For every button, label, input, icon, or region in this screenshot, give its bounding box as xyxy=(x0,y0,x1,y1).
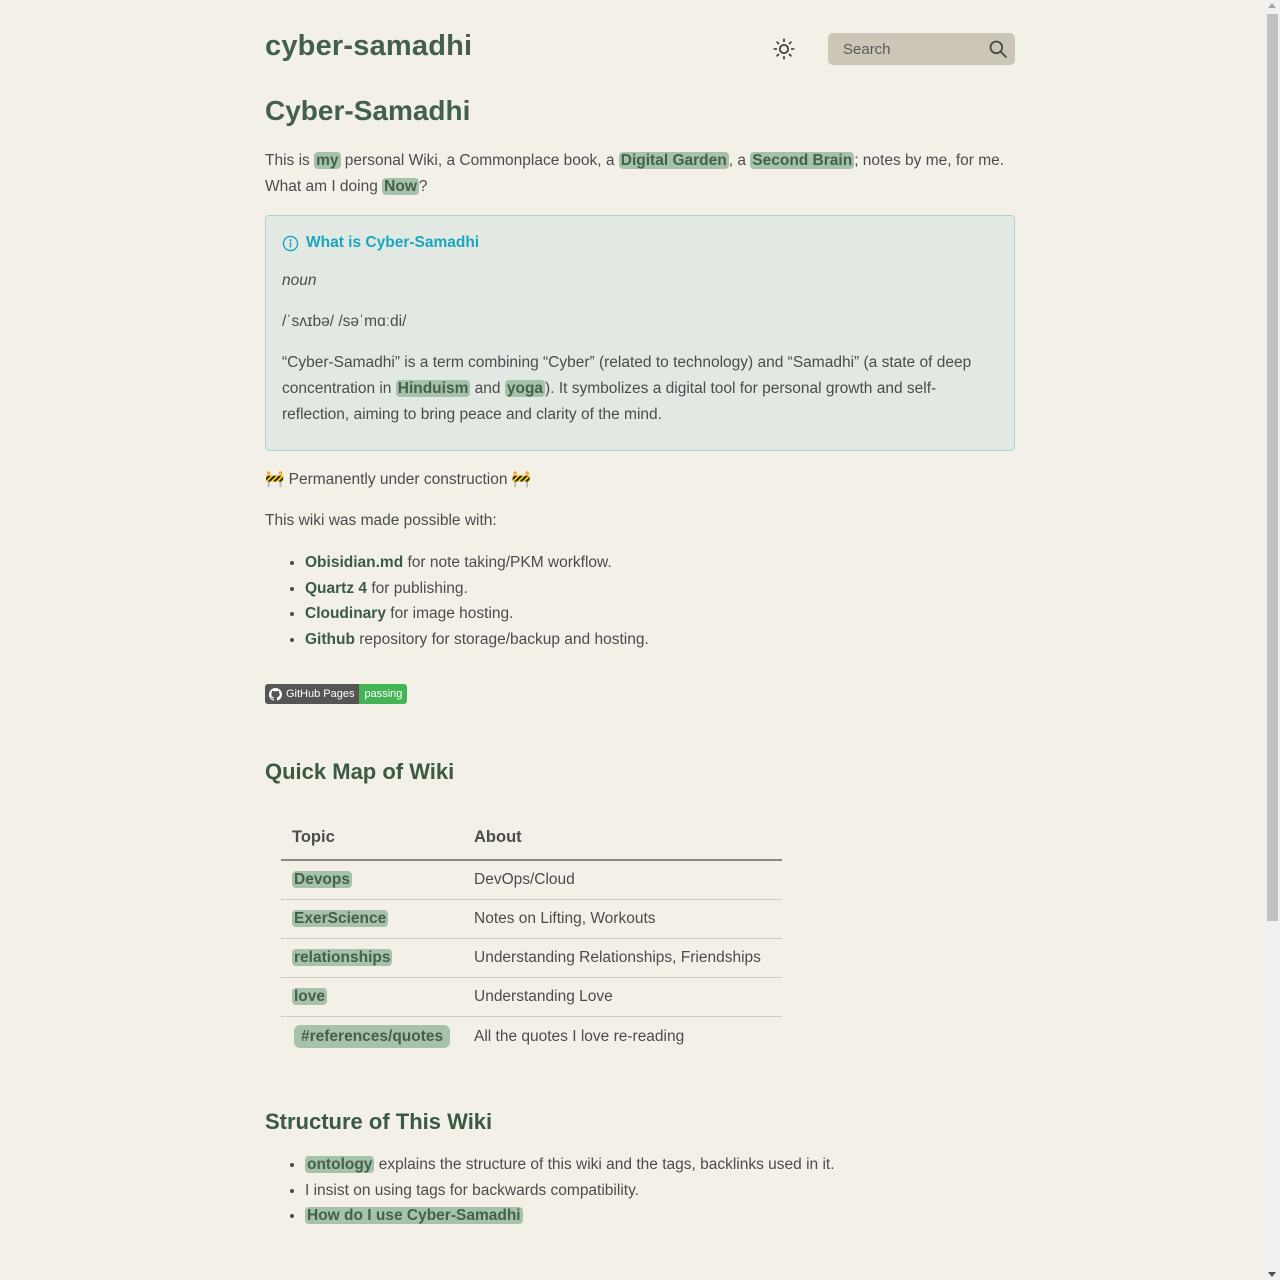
ontology-link[interactable]: ontology xyxy=(305,1156,375,1173)
scrollbar[interactable] xyxy=(1265,0,1280,1280)
intro-text: , a xyxy=(728,152,751,169)
list-item: ontology explains the structure of this … xyxy=(305,1152,1005,1178)
table-cell-about: Notes on Lifting, Workouts xyxy=(463,899,782,939)
callout-noun: noun xyxy=(282,272,317,289)
page-title: Cyber-Samadhi xyxy=(265,95,471,126)
list-item-text: for publishing. xyxy=(367,579,468,597)
table-row: ExerScience Notes on Lifting, Workouts xyxy=(281,899,782,939)
structure-list: ontology explains the structure of this … xyxy=(265,1152,1005,1229)
table-header-row: Topic About xyxy=(281,820,782,861)
github-pages-badge[interactable]: GitHub Pages passing xyxy=(265,684,408,704)
list-item: Github repository for storage/backup and… xyxy=(305,627,1005,653)
now-link[interactable]: Now xyxy=(382,178,419,195)
intro-text: ? xyxy=(418,178,428,195)
intro-text: personal Wiki, a Commonplace book, a xyxy=(340,152,619,169)
table-cell-about: All the quotes I love re-reading xyxy=(474,1028,685,1045)
theme-toggle-button[interactable] xyxy=(771,36,797,62)
table-row: love Understanding Love xyxy=(281,977,782,1017)
table-cell-about: Understanding Relationships, Friendships xyxy=(463,938,782,978)
callout-title-text: What is Cyber-Samadhi xyxy=(306,234,480,251)
tools-list: Obisidian.md for note taking/PKM workflo… xyxy=(265,550,1005,653)
table-cell-topic: #references/quotes xyxy=(281,1017,463,1058)
table-row: Devops DevOps/Cloud xyxy=(281,860,782,900)
yoga-link[interactable]: yoga xyxy=(504,380,546,397)
sun-icon xyxy=(773,38,795,60)
table-cell-about: Understanding Love xyxy=(463,977,782,1017)
structure-heading: Structure of This Wiki xyxy=(265,1109,493,1134)
quotes-tag[interactable]: #references/quotes xyxy=(294,1025,451,1048)
search-input[interactable]: Search xyxy=(828,33,1015,65)
construction-notice: 🚧 Permanently under construction 🚧 xyxy=(265,471,532,488)
intro-paragraph: This is my personal Wiki, a Commonplace … xyxy=(265,148,1015,200)
scroll-up-arrow-icon[interactable] xyxy=(1268,3,1276,8)
intro-text: This is xyxy=(265,152,315,169)
devops-link[interactable]: Devops xyxy=(292,871,352,888)
table-cell-about: DevOps/Cloud xyxy=(463,860,782,900)
info-icon xyxy=(282,235,299,251)
table-header-about: About xyxy=(463,820,782,861)
table-cell-topic: Devops xyxy=(281,860,463,900)
github-icon xyxy=(269,687,282,701)
table-cell-topic: love xyxy=(281,977,463,1017)
callout-definition: “Cyber-Samadhi” is a term combining “Cyb… xyxy=(282,350,998,428)
callout-title: What is Cyber-Samadhi xyxy=(282,234,998,252)
made-with-text: This wiki was made possible with: xyxy=(265,512,497,529)
site-header: cyber-samadhi Search xyxy=(265,30,1015,70)
list-item: Quartz 4 for publishing. xyxy=(305,576,1005,602)
exerscience-link[interactable]: ExerScience xyxy=(292,910,389,927)
scroll-thumb[interactable] xyxy=(1267,14,1278,921)
list-item-text: repository for storage/backup and hostin… xyxy=(354,631,649,649)
table-header-topic: Topic xyxy=(281,820,463,861)
love-link[interactable]: love xyxy=(292,988,328,1005)
badge-status: passing xyxy=(359,684,408,704)
table-cell-topic: relationships xyxy=(281,938,463,978)
search-placeholder: Search xyxy=(843,40,891,58)
callout-pronunciation: /ˈsʌɪbə/ /səˈmɑːdi/ xyxy=(282,313,407,330)
hinduism-link[interactable]: Hinduism xyxy=(395,380,471,397)
quick-map-heading: Quick Map of Wiki xyxy=(265,759,455,784)
table-row: relationships Understanding Relationship… xyxy=(281,938,782,978)
second-brain-link[interactable]: Second Brain xyxy=(750,152,855,169)
cloudinary-link[interactable]: Cloudinary xyxy=(305,605,386,622)
badge-label-text: GitHub Pages xyxy=(286,688,355,700)
how-to-use-link[interactable]: How do I use Cyber-Samadhi xyxy=(305,1207,523,1225)
list-item-text: for image hosting. xyxy=(385,605,514,623)
obsidian-link[interactable]: Obisidian.md xyxy=(305,554,403,571)
list-item-text: explains the structure of this wiki and … xyxy=(374,1156,835,1173)
intro-paragraph-container: This is my personal Wiki, a Commonplace … xyxy=(265,148,1015,200)
my-link[interactable]: my xyxy=(314,152,341,169)
list-item: I insist on using tags for backwards com… xyxy=(305,1178,1005,1204)
list-item: How do I use Cyber-Samadhi xyxy=(305,1203,1005,1229)
scroll-down-arrow-icon[interactable] xyxy=(1268,1272,1276,1277)
info-callout: What is Cyber-Samadhi noun /ˈsʌɪbə/ /səˈ… xyxy=(265,215,1015,451)
list-item: Obisidian.md for note taking/PKM workflo… xyxy=(305,550,1005,576)
table-row: #references/quotes All the quotes I love… xyxy=(281,1017,782,1058)
search-icon[interactable] xyxy=(988,39,1008,59)
definition-text: and xyxy=(470,380,505,397)
site-title[interactable]: cyber-samadhi xyxy=(265,30,472,63)
list-item-text: for note taking/PKM workflow. xyxy=(403,554,612,571)
list-item: Cloudinary for image hosting. xyxy=(305,601,1005,627)
github-link[interactable]: Github xyxy=(305,631,355,648)
table-cell-topic: ExerScience xyxy=(281,899,463,939)
quartz-link[interactable]: Quartz 4 xyxy=(305,580,367,597)
badge-label: GitHub Pages xyxy=(265,684,360,704)
digital-garden-link[interactable]: Digital Garden xyxy=(618,152,729,169)
relationships-link[interactable]: relationships xyxy=(292,949,393,966)
quick-map-table: Topic About Devops DevOps/Cloud ExerScie… xyxy=(281,820,782,1057)
